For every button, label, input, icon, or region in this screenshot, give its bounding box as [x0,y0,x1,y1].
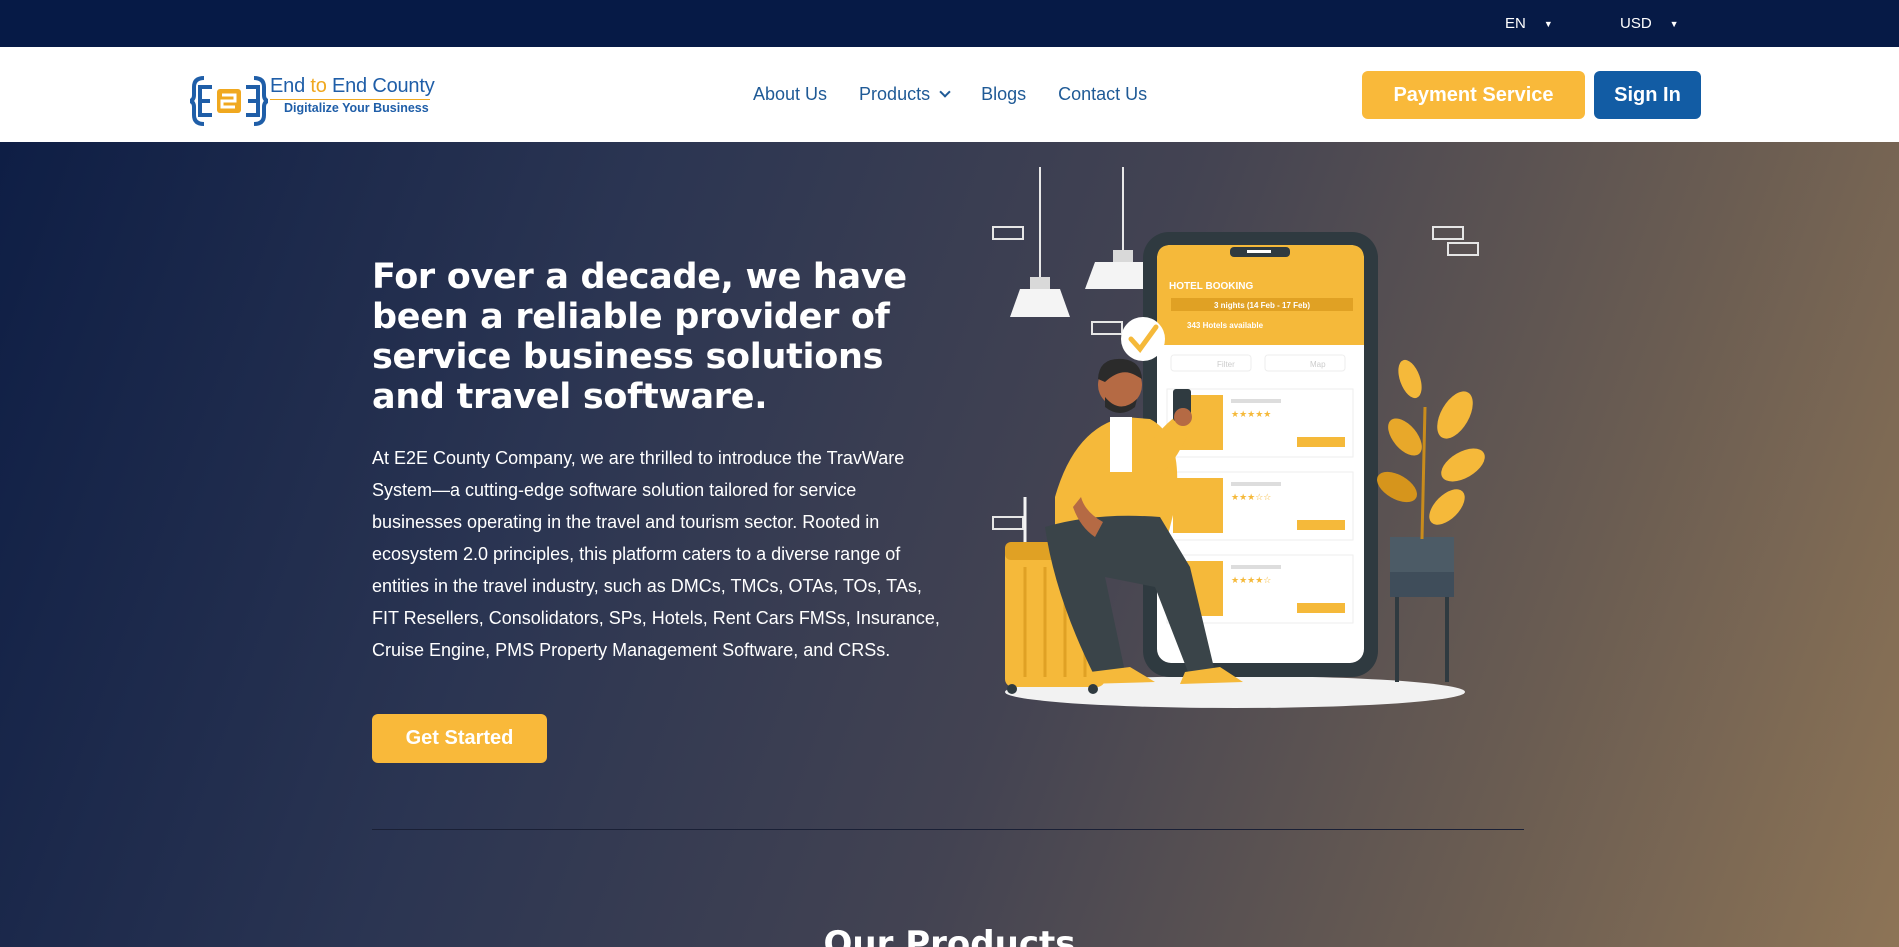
brand-underline [270,99,430,100]
language-value: EN [1505,15,1526,32]
brand-name: End to End County [270,75,435,98]
caret-down-icon: ▼ [1669,18,1679,29]
nav-item-label: About Us [753,84,828,104]
filter-label: Filter [1217,360,1235,369]
app-title: HOTEL BOOKING [1169,281,1253,292]
screen-header [1157,245,1364,345]
hotel-booking-illustration: HOTEL BOOKING 3 nights (14 Feb - 17 Feb)… [992,167,1485,708]
phone-speaker [1247,250,1271,253]
plant-icon [1377,359,1485,682]
brand-tagline: Digitalize Your Business [284,101,429,115]
hotel-card: ★★★☆☆ [1166,471,1354,541]
nav-item-label: Contact Us [1058,84,1148,104]
currency-selector[interactable]: USD ▼ [1620,0,1679,47]
brand-logo[interactable]: End to End County Digitalize Your Busine… [190,75,450,127]
hotel-count: 343 Hotels available [1187,321,1264,330]
get-started-button[interactable]: Get Started [372,714,547,763]
wall-brick [1447,242,1479,256]
check-bubble-icon [1121,317,1165,361]
svg-text:★★★★☆: ★★★★☆ [1231,576,1271,586]
hero-description: At E2E County Company, we are thrilled t… [372,448,940,660]
hotel-card: ★★★★★ [1166,388,1354,458]
wall-brick [992,516,1024,530]
nav-item-contact-us[interactable]: Contact Us [1058,84,1147,105]
svg-text:★★★★★: ★★★★★ [1231,410,1271,420]
wall-brick [992,226,1024,240]
brand-name-part3: End County [326,75,435,97]
nav-item-label: Products [859,84,931,104]
nav-item-products[interactable]: Products [859,84,951,105]
brand-name-part1: End [270,75,311,97]
language-selector[interactable]: EN ▼ [1505,0,1553,47]
caret-down-icon: ▼ [1543,18,1553,29]
nav-item-blogs[interactable]: Blogs [981,84,1026,105]
section-divider [372,829,1524,830]
nav-menu: About Us Products Blogs Contact Us [753,47,1179,142]
booking-dates: 3 nights (14 Feb - 17 Feb) [1214,301,1310,310]
lamp-shade [1010,289,1070,317]
payment-service-button[interactable]: Payment Service [1362,71,1585,119]
top-bar: EN ▼ USD ▼ [0,0,1899,47]
wall-brick [1091,321,1123,335]
nav-item-about-us[interactable]: About Us [753,84,827,105]
lamp-cap [1113,250,1133,262]
e2e-logo-icon [190,76,268,126]
map-label: Map [1310,360,1326,369]
wall-brick [1432,226,1464,240]
sign-in-button[interactable]: Sign In [1594,71,1701,119]
svg-text:★★★☆☆: ★★★☆☆ [1231,493,1271,503]
section-title: Our Products [823,924,1076,947]
nav-item-label: Blogs [981,84,1027,104]
lamp-cap [1030,277,1050,289]
brand-name-part2: to [310,75,327,97]
hero-title: For over a decade, we have been a reliab… [372,257,907,417]
chevron-down-icon [939,86,951,98]
currency-value: USD [1620,15,1652,32]
hero-section: For over a decade, we have been a reliab… [0,142,1899,947]
